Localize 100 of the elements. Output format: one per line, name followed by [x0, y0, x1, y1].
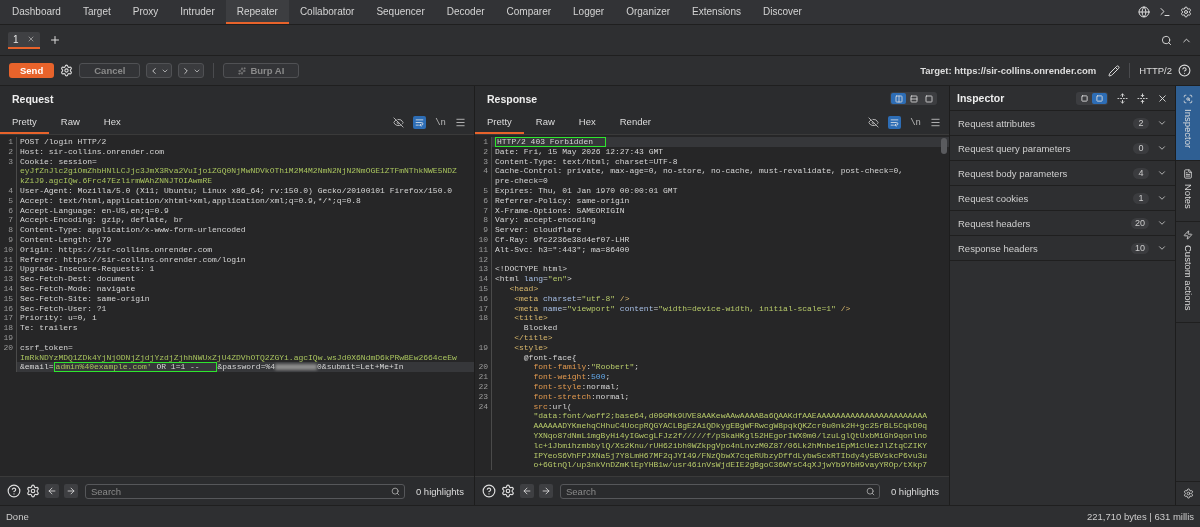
code-line: <head> [508, 283, 540, 294]
code-line: <!DOCTYPE html> [494, 264, 568, 275]
back-button[interactable] [146, 63, 173, 78]
settings-icon[interactable] [1180, 6, 1192, 18]
code-line: X-Frame-Options: SAMEORIGIN [494, 205, 626, 216]
line-number: 15 [0, 293, 17, 304]
editor-tab[interactable]: Hex [91, 111, 133, 134]
inspect-icon[interactable] [1183, 94, 1193, 104]
eye-off-icon[interactable] [393, 117, 405, 128]
line-number: 4 [475, 166, 492, 177]
line-number: 18 [475, 313, 492, 324]
settings-icon[interactable] [1182, 488, 1194, 499]
line-number: 20 [475, 362, 492, 373]
search-icon[interactable] [865, 486, 875, 496]
code-line: <html lang="en"> [494, 274, 573, 284]
editor-tab[interactable]: Raw [523, 111, 567, 134]
add-tab-icon[interactable] [48, 34, 61, 46]
line-number: 10 [0, 244, 17, 255]
expand-all-icon[interactable] [1117, 92, 1128, 104]
status-message: Done [6, 511, 29, 522]
layout-toggle[interactable] [1092, 92, 1107, 104]
code-line: Content-Type: text/html; charset=UTF-8 [494, 156, 679, 167]
side-tab[interactable]: Inspector [1176, 86, 1200, 162]
nav-tab[interactable]: Repeater [225, 0, 289, 24]
help-icon[interactable] [1178, 64, 1191, 77]
editor-tab[interactable]: Hex [566, 111, 608, 134]
chevron-down-icon[interactable] [1157, 118, 1167, 128]
nav-tab[interactable]: Dashboard [1, 0, 72, 24]
code-line: kZiJ9.agcIQw.6Frc47EzlirmWAhZNNJTOIAwmRE [19, 176, 214, 186]
settings-icon[interactable] [60, 64, 74, 77]
settings-icon[interactable] [26, 484, 40, 498]
edit-icon[interactable] [1108, 64, 1121, 77]
code-line: AAAAAADYKmehqCHhuC4UocpRQGYACLBgE2AiQDkygEBgWFRwcgW8pqkQKZcr0u0nk2H+gc25rBL5CqkD0q [532, 421, 929, 431]
line-number: 14 [475, 274, 492, 284]
code-line: Priority: u=0, i [19, 313, 98, 324]
side-tab[interactable]: Notes [1176, 161, 1200, 222]
nav-tab[interactable]: Extensions [681, 0, 752, 24]
panel-title: Request [12, 92, 54, 105]
nav-tab[interactable]: Target [71, 0, 122, 24]
help-icon[interactable] [7, 484, 21, 498]
editor-tab[interactable]: Render [607, 111, 663, 134]
terminal-icon[interactable] [1159, 6, 1171, 18]
nav-tab[interactable]: Collaborator [288, 0, 366, 24]
forward-button[interactable] [178, 63, 205, 78]
code-line: Cf-Ray: 9fc2236e38d4ef07-LHR [494, 234, 631, 245]
response-stats: 221,710 bytes | 631 millis [1086, 511, 1194, 522]
editor-tab[interactable]: Raw [48, 111, 92, 134]
chevron-down-icon[interactable] [1157, 143, 1167, 153]
chevron-down-icon[interactable] [1157, 243, 1167, 253]
scrollbar[interactable] [941, 138, 947, 154]
nav-tab[interactable]: Organizer [615, 0, 682, 24]
count-badge: 1 [1133, 192, 1149, 204]
line-number: 16 [475, 293, 492, 304]
highlight-count: 0 highlights [415, 485, 465, 497]
nav-tab[interactable]: Proxy [121, 0, 170, 24]
nav-tab[interactable]: Discover [752, 0, 813, 24]
code-line: <style> [513, 342, 549, 353]
code-line: User-Agent: Mozilla/5.0 (X11; Ubuntu; Linux x86_64; rv:150.0) Gecko/20100101 Firefox/150.0 [19, 186, 454, 196]
menu-icon[interactable] [455, 117, 466, 128]
line-number: 2 [475, 146, 492, 157]
line-number: 18 [0, 323, 17, 333]
code-line: src:url( [532, 401, 573, 412]
line-number: 14 [0, 283, 17, 294]
search-icon[interactable] [1161, 34, 1172, 46]
chevron-down-icon[interactable] [1157, 218, 1167, 228]
collapse-all-icon[interactable] [1137, 92, 1148, 104]
panel-title: Response [487, 92, 538, 105]
highlight-count: 0 highlights [890, 485, 940, 497]
nav-tab[interactable]: Comparer [495, 0, 563, 24]
code-line: <meta name="viewport" content="width=device-width, initial-scale=1" /> [513, 303, 852, 314]
line-number: 16 [0, 303, 17, 314]
chevron-down-icon[interactable] [1157, 168, 1167, 178]
code-line: Cache-Control: private, max-age=0, no-store, no-cache, must-revalidate, post-check=0, [494, 166, 905, 177]
line-number: 8 [475, 215, 492, 226]
document-icon[interactable] [1183, 169, 1193, 180]
count-badge: 10 [1131, 242, 1149, 254]
close-icon[interactable] [1157, 92, 1168, 104]
code-line: Sec-Fetch-Dest: document [19, 274, 137, 284]
search-field[interactable]: Search [560, 483, 880, 499]
help-icon[interactable] [482, 484, 496, 498]
nav-tab[interactable]: Decoder [435, 0, 496, 24]
nav-tab[interactable]: Logger [562, 0, 616, 24]
globe-icon[interactable] [1138, 6, 1150, 18]
nav-tab[interactable]: Intruder [169, 0, 226, 24]
menu-icon[interactable] [930, 117, 941, 128]
eye-off-icon[interactable] [868, 117, 880, 128]
search-icon[interactable] [390, 486, 400, 496]
protocol-label[interactable]: HTTP/2 [1139, 65, 1172, 76]
nav-tab[interactable]: Sequencer [365, 0, 436, 24]
chevron-down-icon[interactable] [1157, 193, 1167, 203]
lightning-icon[interactable] [1183, 229, 1193, 240]
newline-toggle[interactable]: \n [910, 117, 921, 128]
search-field[interactable]: Search [85, 483, 405, 499]
line-number: 2 [0, 146, 17, 157]
session-tab[interactable]: 1 [8, 31, 40, 49]
code-line: Sec-Fetch-User: ?1 [19, 303, 108, 314]
line-number: 4 [0, 186, 17, 196]
side-tab[interactable]: Custom actions [1176, 221, 1200, 324]
newline-toggle[interactable]: \n [435, 117, 446, 128]
settings-icon[interactable] [501, 484, 515, 498]
